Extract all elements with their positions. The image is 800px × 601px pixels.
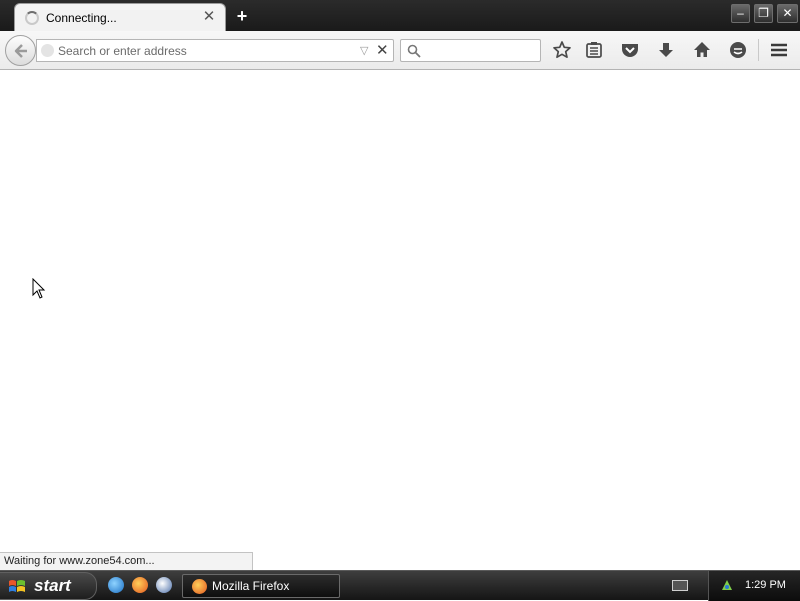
taskbar: start Mozilla Firefox 1:29 PM <box>0 570 800 601</box>
media-player-icon[interactable] <box>156 577 172 593</box>
home-button[interactable] <box>692 40 712 60</box>
windows-flag-icon <box>9 580 25 592</box>
close-window-button[interactable]: ✕ <box>777 4 798 23</box>
system-tray: 1:29 PM <box>708 571 800 601</box>
pocket-icon <box>622 44 638 57</box>
star-icon <box>553 41 571 59</box>
reading-list-icon <box>586 42 602 58</box>
back-arrow-icon <box>14 44 27 58</box>
hello-button[interactable] <box>728 40 748 60</box>
stop-button[interactable]: ✕ <box>376 41 389 59</box>
home-icon <box>694 42 710 57</box>
search-icon <box>407 44 421 58</box>
site-identity-icon[interactable] <box>41 44 54 57</box>
clock: 1:29 PM <box>745 579 786 591</box>
bookmarks-menu-button[interactable] <box>584 40 604 60</box>
navigation-toolbar: ▽ ✕ <box>0 31 800 70</box>
history-dropdown-icon[interactable]: ▽ <box>360 44 368 57</box>
download-icon <box>659 43 673 57</box>
tab-title: Connecting... <box>46 11 117 25</box>
downloads-button[interactable] <box>656 40 676 60</box>
firefox-icon <box>192 579 207 594</box>
new-tab-button[interactable]: + <box>232 6 252 26</box>
taskbar-item-label: Mozilla Firefox <box>212 579 290 593</box>
tab-close-button[interactable]: ✕ <box>201 9 217 25</box>
hello-icon <box>730 42 746 58</box>
bookmark-star-button[interactable] <box>552 40 572 60</box>
open-menu-button[interactable] <box>769 40 789 60</box>
address-bar[interactable]: ▽ ✕ <box>36 39 394 62</box>
page-content[interactable] <box>0 70 800 570</box>
tab-connecting[interactable]: Connecting... ✕ <box>14 3 226 32</box>
taskbar-item-firefox[interactable]: Mozilla Firefox <box>182 574 340 598</box>
search-input[interactable] <box>425 43 535 59</box>
internet-explorer-icon[interactable] <box>108 577 124 593</box>
pocket-button[interactable] <box>620 40 640 60</box>
mouse-cursor-icon <box>32 278 46 299</box>
start-button[interactable]: start <box>0 572 97 600</box>
keyboard-icon[interactable] <box>672 580 688 591</box>
back-button[interactable] <box>5 35 36 66</box>
search-bar[interactable] <box>400 39 541 62</box>
network-icon[interactable] <box>720 578 734 592</box>
start-label: start <box>34 576 71 595</box>
address-input[interactable] <box>58 43 358 59</box>
minimize-button[interactable]: – <box>731 4 750 23</box>
maximize-button[interactable]: ❐ <box>754 4 773 23</box>
status-panel: Waiting for www.zone54.com... <box>0 552 253 570</box>
toolbar-separator <box>758 39 759 61</box>
firefox-icon[interactable] <box>132 577 148 593</box>
menu-icon <box>771 43 787 57</box>
title-bar: Connecting... ✕ + – ❐ ✕ <box>0 0 800 32</box>
loading-throbber-icon <box>25 11 39 25</box>
